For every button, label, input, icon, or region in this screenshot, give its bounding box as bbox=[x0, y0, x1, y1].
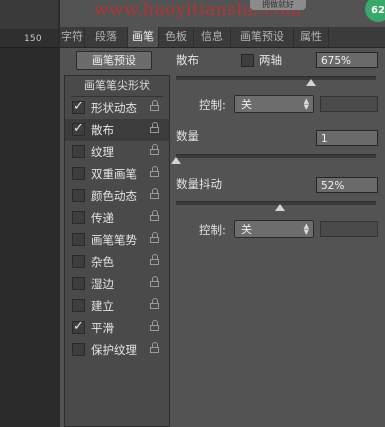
option-checkbox[interactable] bbox=[72, 343, 85, 356]
count-jitter-control-label: 控制: bbox=[199, 223, 226, 237]
lock-icon[interactable] bbox=[150, 276, 160, 288]
both-axes-checkbox[interactable] bbox=[241, 54, 254, 67]
brush-option-item[interactable]: 颜色动态 bbox=[65, 185, 169, 207]
lock-icon[interactable] bbox=[150, 100, 160, 112]
option-checkbox[interactable] bbox=[72, 189, 85, 202]
tab-properties[interactable]: 属性 bbox=[294, 27, 329, 47]
panel-tab-bar: 字符 段落 画笔 色板 信息 画笔预设 属性 bbox=[60, 27, 385, 48]
count-jitter-control-select[interactable]: 关 ▲ ▼ bbox=[234, 220, 314, 238]
brush-option-item[interactable]: 纹理 bbox=[65, 141, 169, 163]
brush-tip-shape-header[interactable]: 画笔笔尖形状 bbox=[65, 76, 169, 96]
count-jitter-slider-thumb[interactable] bbox=[275, 204, 285, 211]
scatter-control-field bbox=[320, 96, 378, 112]
option-checkbox[interactable]: ✓ bbox=[72, 100, 85, 114]
option-checkbox[interactable] bbox=[72, 233, 85, 246]
option-label: 建立 bbox=[91, 299, 114, 313]
brush-option-item[interactable]: ✓ 平滑 bbox=[65, 317, 169, 339]
brush-option-item[interactable]: 建立 bbox=[65, 295, 169, 317]
scatter-slider-track[interactable] bbox=[176, 76, 376, 80]
option-label: 湿边 bbox=[91, 277, 114, 291]
count-jitter-control-value: 关 bbox=[241, 223, 252, 236]
count-jitter-control-field bbox=[320, 221, 378, 237]
lock-icon[interactable] bbox=[150, 210, 160, 222]
brush-option-item[interactable]: 保护纹理 bbox=[65, 339, 169, 361]
both-axes-label: 两轴 bbox=[259, 53, 282, 67]
option-label: 画笔笔势 bbox=[91, 233, 137, 247]
tab-brush[interactable]: 画笔 bbox=[128, 27, 159, 47]
brush-option-item[interactable]: 双重画笔 bbox=[65, 163, 169, 185]
tab-info[interactable]: 信息 bbox=[194, 27, 231, 47]
top-button[interactable]: 拥做就好 bbox=[250, 0, 306, 10]
brush-option-item[interactable]: 杂色 bbox=[65, 251, 169, 273]
lock-icon[interactable] bbox=[150, 122, 160, 134]
option-label: 杂色 bbox=[91, 255, 114, 269]
scatter-label: 散布 bbox=[176, 53, 199, 67]
option-label: 保护纹理 bbox=[91, 343, 137, 357]
brush-option-item[interactable]: ✓ 散布 bbox=[65, 119, 169, 141]
panel-divider bbox=[58, 0, 60, 427]
scatter-control-value: 关 bbox=[241, 98, 252, 111]
option-checkbox[interactable]: ✓ bbox=[72, 122, 85, 136]
brush-option-item[interactable]: 传递 bbox=[65, 207, 169, 229]
option-checkbox[interactable] bbox=[72, 167, 85, 180]
option-label: 双重画笔 bbox=[91, 167, 137, 181]
option-label: 平滑 bbox=[91, 321, 114, 335]
brush-option-item[interactable]: ✓ 形状动态 bbox=[65, 97, 169, 119]
lock-icon[interactable] bbox=[150, 188, 160, 200]
option-label: 纹理 bbox=[91, 145, 114, 159]
count-slider-thumb[interactable] bbox=[171, 157, 181, 164]
option-checkbox[interactable] bbox=[72, 211, 85, 224]
ruler-label: 150 bbox=[24, 34, 42, 44]
scatter-value-field[interactable]: 675% bbox=[316, 52, 378, 68]
lock-icon[interactable] bbox=[150, 298, 160, 310]
brush-options-list: 画笔笔尖形状 ✓ 形状动态 ✓ 散布纹理双重画笔颜色动态传递画笔笔势杂色湿边建立 ✓ 平滑… bbox=[64, 75, 170, 427]
option-label: 散布 bbox=[91, 123, 114, 137]
brush-option-item[interactable]: 湿边 bbox=[65, 273, 169, 295]
tab-paragraph[interactable]: 段落 bbox=[85, 27, 128, 47]
lock-icon[interactable] bbox=[150, 144, 160, 156]
tab-swatches[interactable]: 色板 bbox=[159, 27, 194, 47]
option-checkbox[interactable] bbox=[72, 145, 85, 158]
brush-option-item[interactable]: 画笔笔势 bbox=[65, 229, 169, 251]
select-arrows-icon: ▲ ▼ bbox=[303, 222, 309, 236]
option-checkbox[interactable] bbox=[72, 299, 85, 312]
tab-character[interactable]: 字符 bbox=[60, 27, 85, 47]
lock-icon[interactable] bbox=[150, 232, 160, 244]
scatter-slider-thumb[interactable] bbox=[306, 79, 316, 86]
option-checkbox[interactable] bbox=[72, 255, 85, 268]
count-label: 数量 bbox=[176, 129, 199, 143]
option-label: 形状动态 bbox=[91, 101, 137, 115]
option-label: 颜色动态 bbox=[91, 189, 137, 203]
scatter-control-select[interactable]: 关 ▲ ▼ bbox=[234, 95, 314, 113]
tab-brush-presets[interactable]: 画笔预设 bbox=[231, 27, 294, 47]
lock-icon[interactable] bbox=[150, 166, 160, 178]
select-arrows-icon: ▲ ▼ bbox=[303, 97, 309, 111]
brush-presets-button[interactable]: 画笔预设 bbox=[76, 51, 152, 70]
option-label: 传递 bbox=[91, 211, 114, 225]
option-checkbox[interactable]: ✓ bbox=[72, 320, 85, 334]
option-checkbox[interactable] bbox=[72, 277, 85, 290]
document-canvas[interactable] bbox=[0, 48, 58, 427]
scatter-control-label: 控制: bbox=[199, 98, 226, 112]
lock-icon[interactable] bbox=[150, 320, 160, 332]
count-jitter-label: 数量抖动 bbox=[176, 177, 222, 191]
lock-icon[interactable] bbox=[150, 254, 160, 266]
count-value-field[interactable]: 1 bbox=[316, 130, 378, 146]
count-slider-track[interactable] bbox=[176, 154, 376, 158]
lock-icon[interactable] bbox=[150, 342, 160, 354]
badge: 62 bbox=[365, 0, 385, 22]
count-jitter-value-field[interactable]: 52% bbox=[316, 177, 378, 193]
